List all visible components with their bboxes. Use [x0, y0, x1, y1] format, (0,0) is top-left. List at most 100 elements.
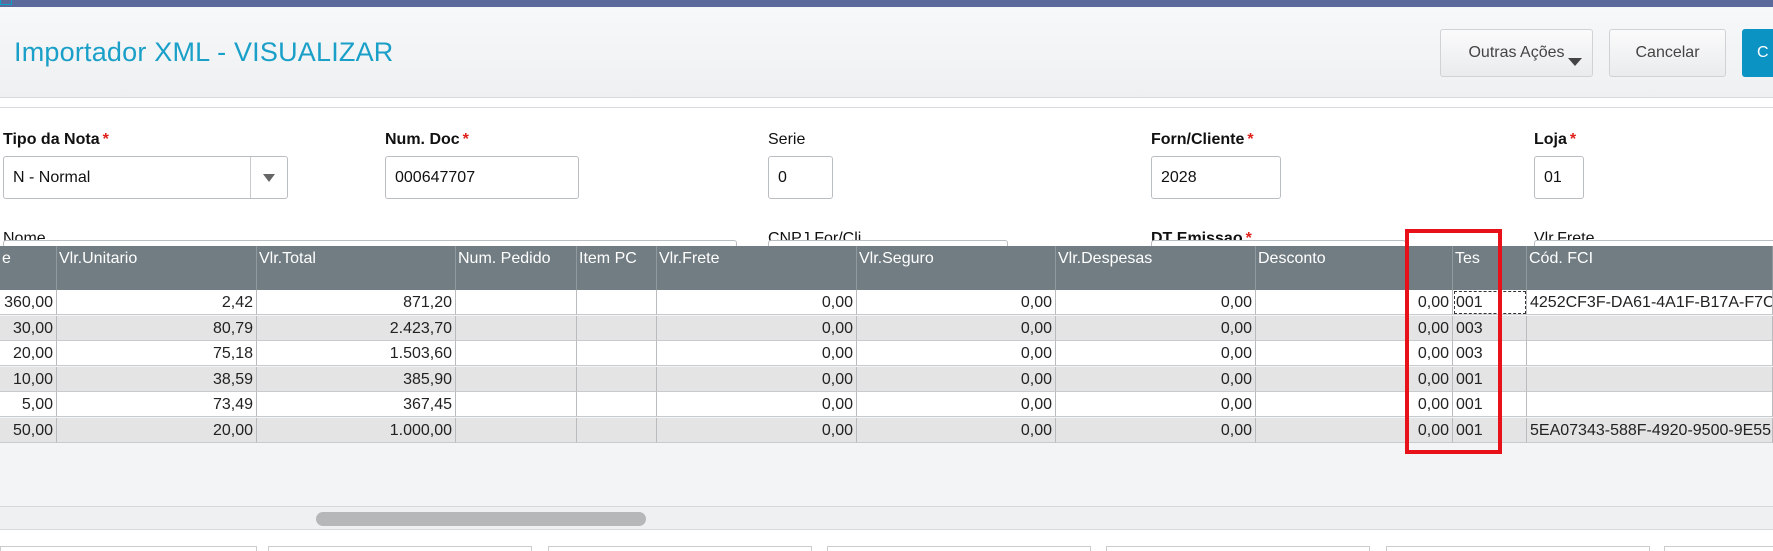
cell-vlr-unitario[interactable]: 73,49 [57, 392, 257, 417]
cell-item-pc[interactable] [577, 290, 657, 315]
cell-item-pc[interactable] [577, 417, 657, 443]
cell-cod-fci[interactable]: 4252CF3F-DA61-4A1F-B17A-F7C4A7 [1527, 290, 1773, 315]
cell-vlr-total[interactable]: 367,45 [257, 392, 456, 417]
table-row[interactable]: 20,00 75,18 1.503,60 0,00 0,00 0,00 0,00 003 [0, 341, 1773, 366]
column-header-desconto[interactable]: Desconto [1256, 246, 1453, 290]
footer-field[interactable] [548, 546, 812, 551]
cell-desconto[interactable]: 0,00 [1256, 290, 1453, 315]
column-header-item-pc[interactable]: Item PC [577, 246, 657, 290]
cell-vlr-unitario[interactable]: 2,42 [57, 290, 257, 315]
cell-vlr-despesas[interactable]: 0,00 [1056, 290, 1256, 315]
cell-desconto[interactable]: 0,00 [1256, 315, 1453, 341]
cell-vlr-unitario[interactable]: 38,59 [57, 366, 257, 392]
cell-desconto[interactable]: 0,00 [1256, 341, 1453, 366]
tipo-nota-select[interactable]: N - Normal [3, 156, 288, 199]
column-header-cod-fci[interactable]: Cód. FCI [1527, 246, 1773, 290]
cell-vlr-total[interactable]: 2.423,70 [257, 315, 456, 341]
column-header-vlr-frete[interactable]: Vlr.Frete [657, 246, 857, 290]
cell-vlr-seguro[interactable]: 0,00 [857, 417, 1056, 443]
cell-num-pedido[interactable] [456, 315, 577, 341]
footer-field[interactable] [0, 546, 257, 551]
cell-desconto[interactable]: 0,00 [1256, 366, 1453, 392]
cell-num-pedido[interactable] [456, 417, 577, 443]
cell-qtd[interactable]: 10,00 [0, 366, 57, 392]
cell-num-pedido[interactable] [456, 341, 577, 366]
cell-tes[interactable]: 003 [1453, 341, 1527, 366]
cell-vlr-despesas[interactable]: 0,00 [1056, 417, 1256, 443]
cell-vlr-seguro[interactable]: 0,00 [857, 315, 1056, 341]
cell-vlr-frete[interactable]: 0,00 [657, 366, 857, 392]
cancel-button[interactable]: Cancelar [1609, 29, 1726, 77]
cell-vlr-despesas[interactable]: 0,00 [1056, 366, 1256, 392]
cell-vlr-unitario[interactable]: 80,79 [57, 315, 257, 341]
table-row[interactable]: 10,00 38,59 385,90 0,00 0,00 0,00 0,00 001 [0, 366, 1773, 392]
chevron-down-icon[interactable] [250, 157, 287, 198]
column-header-tes[interactable]: Tes [1453, 246, 1527, 290]
column-header-qtd[interactable]: e [0, 246, 57, 290]
cell-vlr-total[interactable]: 1.503,60 [257, 341, 456, 366]
cell-vlr-total[interactable]: 871,20 [257, 290, 456, 315]
scrollbar-thumb[interactable] [316, 512, 646, 526]
cell-vlr-despesas[interactable]: 0,00 [1056, 392, 1256, 417]
cell-tes[interactable]: 001 [1453, 290, 1527, 315]
cell-desconto[interactable]: 0,00 [1256, 392, 1453, 417]
cell-desconto[interactable]: 0,00 [1256, 417, 1453, 443]
cell-item-pc[interactable] [577, 341, 657, 366]
cell-qtd[interactable]: 20,00 [0, 341, 57, 366]
cell-cod-fci[interactable] [1527, 341, 1773, 366]
table-row[interactable]: 30,00 80,79 2.423,70 0,00 0,00 0,00 0,00 003 [0, 315, 1773, 341]
cell-vlr-seguro[interactable]: 0,00 [857, 366, 1056, 392]
cell-qtd[interactable]: 360,00 [0, 290, 57, 315]
table-row[interactable]: 50,00 20,00 1.000,00 0,00 0,00 0,00 0,00 001 5EA… [0, 417, 1773, 443]
num-doc-field[interactable]: 000647707 [385, 156, 579, 199]
cell-cod-fci[interactable] [1527, 366, 1773, 392]
footer-field[interactable] [1386, 546, 1650, 551]
cell-vlr-frete[interactable]: 0,00 [657, 315, 857, 341]
forn-cliente-field[interactable]: 2028 [1151, 156, 1281, 199]
outras-acoes-button[interactable]: Outras Ações [1440, 29, 1593, 77]
serie-field[interactable]: 0 [768, 156, 833, 199]
cell-vlr-total[interactable]: 1.000,00 [257, 417, 456, 443]
cell-vlr-seguro[interactable]: 0,00 [857, 290, 1056, 315]
confirm-button[interactable]: C [1742, 29, 1773, 77]
cell-num-pedido[interactable] [456, 392, 577, 417]
loja-field[interactable]: 01 [1534, 156, 1584, 199]
column-header-vlr-total[interactable]: Vlr.Total [257, 246, 456, 290]
cell-vlr-frete[interactable]: 0,00 [657, 341, 857, 366]
column-header-vlr-seguro[interactable]: Vlr.Seguro [857, 246, 1056, 290]
cell-vlr-frete[interactable]: 0,00 [657, 392, 857, 417]
cell-vlr-seguro[interactable]: 0,00 [857, 341, 1056, 366]
column-header-vlr-despesas[interactable]: Vlr.Despesas [1056, 246, 1256, 290]
cell-qtd[interactable]: 30,00 [0, 315, 57, 341]
cell-vlr-despesas[interactable]: 0,00 [1056, 315, 1256, 341]
cell-cod-fci[interactable] [1527, 392, 1773, 417]
footer-field[interactable] [827, 546, 1091, 551]
cell-tes[interactable]: 001 [1453, 366, 1527, 392]
cell-item-pc[interactable] [577, 392, 657, 417]
footer-field[interactable] [268, 546, 532, 551]
cell-qtd[interactable]: 5,00 [0, 392, 57, 417]
footer-field[interactable] [1106, 546, 1370, 551]
cell-qtd[interactable]: 50,00 [0, 417, 57, 443]
cell-cod-fci[interactable]: 5EA07343-588F-4920-9500-9E5529D [1527, 417, 1773, 443]
table-row[interactable]: 360,00 2,42 871,20 0,00 0,00 0,00 0,00 001 4252C… [0, 290, 1773, 315]
cell-tes[interactable]: 003 [1453, 315, 1527, 341]
cell-num-pedido[interactable] [456, 366, 577, 392]
cell-vlr-unitario[interactable]: 20,00 [57, 417, 257, 443]
cell-vlr-seguro[interactable]: 0,00 [857, 392, 1056, 417]
cell-vlr-unitario[interactable]: 75,18 [57, 341, 257, 366]
cell-num-pedido[interactable] [456, 290, 577, 315]
table-row[interactable]: 5,00 73,49 367,45 0,00 0,00 0,00 0,00 001 [0, 392, 1773, 417]
column-header-vlr-unitario[interactable]: Vlr.Unitario [57, 246, 257, 290]
cell-vlr-frete[interactable]: 0,00 [657, 417, 857, 443]
cell-cod-fci[interactable] [1527, 315, 1773, 341]
column-header-num-pedido[interactable]: Num. Pedido [456, 246, 577, 290]
cell-vlr-total[interactable]: 385,90 [257, 366, 456, 392]
cell-vlr-despesas[interactable]: 0,00 [1056, 341, 1256, 366]
cell-item-pc[interactable] [577, 366, 657, 392]
footer-field[interactable] [1664, 546, 1773, 551]
cell-tes[interactable]: 001 [1453, 392, 1527, 417]
cell-item-pc[interactable] [577, 315, 657, 341]
cell-vlr-frete[interactable]: 0,00 [657, 290, 857, 315]
cell-tes[interactable]: 001 [1453, 417, 1527, 443]
